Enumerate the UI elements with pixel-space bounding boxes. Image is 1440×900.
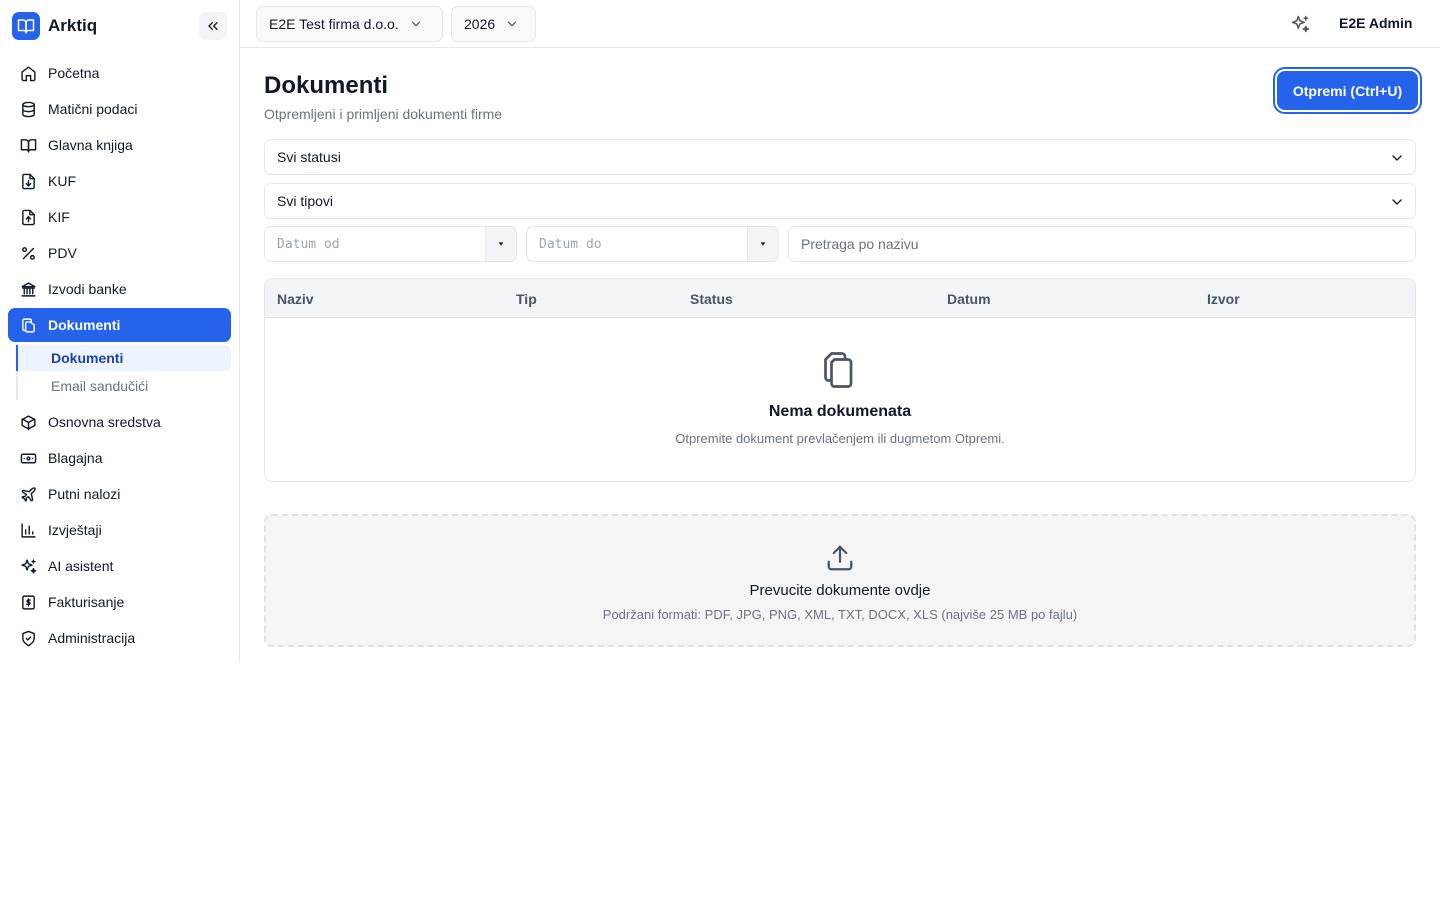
plane-icon [19,485,37,503]
chevron-down-icon [1389,194,1405,210]
sidebar-item-pocetna[interactable]: Početna [8,56,231,90]
date-from-picker-button[interactable] [485,226,517,262]
chevron-down-icon [409,17,423,31]
year-select[interactable]: 2026 [451,6,536,42]
collapse-sidebar-button[interactable] [199,12,227,40]
sidebar-item-label: KUF [48,173,76,189]
sidebar-item-label: Matični podaci [48,101,138,117]
sidebar-item-fakturisanje[interactable]: Fakturisanje [8,585,231,619]
empty-state-title: Nema dokumenata [768,403,912,420]
column-header-tip[interactable]: Tip [516,291,537,307]
topbar: E2E Test firma d.o.o. 2026 E2E Admin [240,0,1440,48]
sidebar-item-dokumenti[interactable]: Dokumenti [8,308,231,342]
sidebar-subitem-dokumenti[interactable]: Dokumenti [16,345,231,371]
sidebar-item-ai-asistent[interactable]: AI asistent [8,549,231,583]
column-header-naziv[interactable]: Naziv [277,291,314,307]
app-name: Arktiq [48,16,98,35]
percent-icon [19,244,37,262]
year-value: 2026 [464,16,496,32]
company-name: E2E Test firma d.o.o. [269,16,399,32]
sidebar-item-label: Osnovna sredstva [48,414,161,430]
column-header-izvor[interactable]: Izvor [1207,291,1240,307]
ai-assistant-button[interactable] [1288,12,1312,36]
box-icon [19,413,37,431]
sidebar-item-kif[interactable]: KIF [8,200,231,234]
sidebar-item-label: AI asistent [48,558,114,574]
date-to-input[interactable]: Datum do [526,226,748,262]
column-header-status[interactable]: Status [690,291,733,307]
upload-icon [824,542,856,574]
sidebar-item-label: Glavna knjiga [48,137,133,153]
documents-table: Naziv Tip Status Datum Izvor Nema dokume… [264,278,1416,482]
page-title: Dokumenti [264,72,389,99]
sidebar-item-label: Fakturisanje [48,594,125,610]
table-header: Naziv Tip Status Datum Izvor [265,279,1415,318]
cash-icon [19,449,37,467]
status-filter-select[interactable]: Svi statusi [264,139,1416,175]
search-input[interactable]: Pretraga po nazivu [788,226,1416,262]
type-filter-select[interactable]: Svi tipovi [264,183,1416,219]
chevrons-left-icon [208,21,218,30]
sidebar-item-label: Izvodi banke [48,281,127,297]
sidebar-item-label: Putni nalozi [48,486,121,502]
sidebar-item-pdv[interactable]: PDV [8,236,231,270]
sidebar-item-kuf[interactable]: KUF [8,164,231,198]
sidebar-item-izvodi-banke[interactable]: Izvodi banke [8,272,231,306]
sidebar-item-label: Izvještaji [48,522,102,538]
column-header-datum[interactable]: Datum [947,291,991,307]
files-icon [19,316,37,334]
page-subtitle: Otpremljeni i primljeni dokumenti firme [264,106,503,122]
sidebar-item-label: Administracija [48,630,136,646]
bank-icon [19,280,37,298]
sidebar-item-label: KIF [48,209,70,225]
shield-check-icon [19,629,37,647]
sidebar-item-osnovna-sredstva[interactable]: Osnovna sredstva [8,405,231,439]
type-filter-value: Svi tipovi [277,193,334,209]
caret-down-icon [760,242,766,246]
book-open-icon [12,12,40,40]
sidebar-item-label: Blagajna [48,450,103,466]
sidebar-item-izvjestaji[interactable]: Izvještaji [8,513,231,547]
sidebar-item-maticni-podaci[interactable]: Matični podaci [8,92,231,126]
sidebar-item-blagajna[interactable]: Blagajna [8,441,231,475]
sidebar-subitem-email-sanducici[interactable]: Email sandučići [16,373,231,399]
chevron-down-icon [1389,150,1405,166]
upload-button[interactable]: Otpremi (Ctrl+U) [1277,71,1418,110]
chevron-down-icon [505,17,519,31]
dropzone-title: Prevucite dokumente ovdje [749,582,931,599]
empty-state-text: Otpremite dokument prevlačenjem ili dugm… [675,431,1005,446]
user-menu[interactable]: E2E Admin [1339,15,1412,31]
sidebar-item-administracija[interactable]: Administracija [8,621,231,655]
sidebar-item-label: Početna [48,65,100,81]
sidebar-item-label: PDV [48,245,77,261]
sparkles-icon [19,557,37,575]
bar-chart-icon [19,521,37,539]
book-icon [19,136,37,154]
brand[interactable]: Arktiq [12,12,97,40]
files-icon [821,350,857,390]
sidebar-item-label: Dokumenti [48,317,121,333]
date-to-picker-button[interactable] [747,226,779,262]
sparkles-icon [1291,15,1310,33]
upload-dropzone[interactable]: Prevucite dokumente ovdje Podržani forma… [264,514,1416,647]
file-upload-icon [19,208,37,226]
dropzone-text: Podržani formati: PDF, JPG, PNG, XML, TX… [602,607,1078,622]
home-icon [19,64,37,82]
invoice-icon [19,593,37,611]
sidebar: Arktiq Početna Matični podaci Glavna knj… [0,0,240,663]
status-filter-value: Svi statusi [277,149,341,165]
sidebar-item-putni-nalozi[interactable]: Putni nalozi [8,477,231,511]
company-select[interactable]: E2E Test firma d.o.o. [256,6,443,42]
file-download-icon [19,172,37,190]
sidebar-item-glavna-knjiga[interactable]: Glavna knjiga [8,128,231,162]
database-icon [19,100,37,118]
date-from-input[interactable]: Datum od [264,226,486,262]
caret-down-icon [498,242,504,246]
